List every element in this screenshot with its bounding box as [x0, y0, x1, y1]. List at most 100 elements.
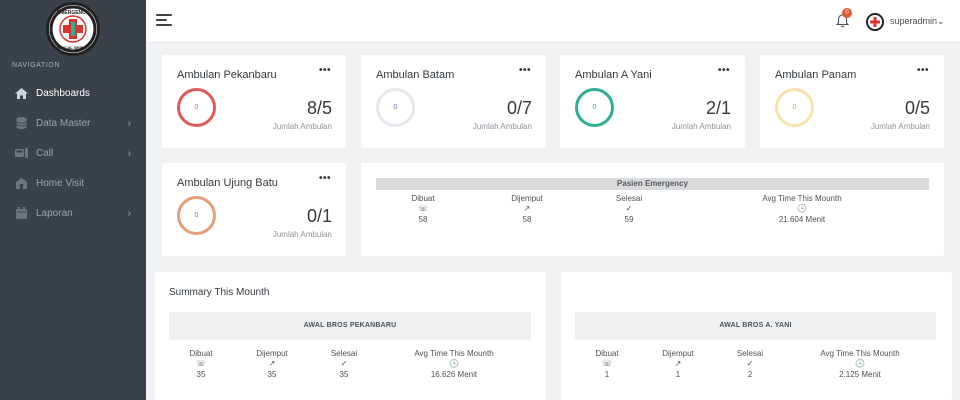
- sidebar-item-label: Laporan: [36, 207, 73, 219]
- sidebar-item-label: Home Visit: [36, 177, 85, 189]
- sidebar-item-laporan[interactable]: Laporan ›: [0, 198, 146, 228]
- database-icon: [14, 117, 28, 129]
- sidebar-item-label: Dashboards: [36, 87, 90, 99]
- ems-logo[interactable]: EMERGENCY MEDICAL SERVICE: [46, 2, 100, 56]
- stat-selesai: Selesai ✓ 35: [312, 349, 376, 379]
- phone-icon: ☏: [601, 359, 612, 368]
- stat-value: 2.125 Menit: [839, 370, 881, 379]
- notification-badge: 0: [842, 8, 852, 18]
- stat-dibuat: Dibuat ☏ 35: [169, 349, 233, 379]
- sidebar-item-dashboards[interactable]: Dashboards: [0, 78, 146, 108]
- call-icon: [14, 147, 28, 159]
- pasien-emergency-title: Pasien Emergency: [376, 178, 929, 190]
- card-menu-icon[interactable]: •••: [319, 65, 331, 76]
- card-menu-icon[interactable]: •••: [319, 173, 331, 184]
- sidebar: EMERGENCY MEDICAL SERVICE NAVIGATION Das…: [0, 0, 146, 400]
- card-title: Ambulan Panam: [775, 69, 857, 81]
- username-label: superadmin: [890, 16, 938, 26]
- phone-icon: ☏: [417, 204, 428, 213]
- stat-label: Selesai: [736, 349, 764, 358]
- stat-value: 1: [675, 370, 681, 379]
- ambulance-count: 0/7: [506, 98, 532, 118]
- stat-value: 35: [267, 370, 277, 379]
- ambulance-count-label: Jumlah Ambulan: [671, 122, 731, 131]
- stat-label: Avg Time This Mounth: [414, 349, 494, 358]
- stat-label: Dibuat: [411, 194, 435, 203]
- stat-value: 35: [339, 370, 349, 379]
- ambulance-ring: 0: [177, 196, 216, 235]
- stat-value: 35: [196, 370, 206, 379]
- svg-text:MEDICAL SERVICE: MEDICAL SERVICE: [55, 45, 92, 50]
- svg-text:EMERGENCY: EMERGENCY: [57, 10, 90, 16]
- stat-value: 21.604 Menit: [778, 215, 826, 224]
- user-menu[interactable]: superadmin⌄: [890, 16, 945, 27]
- calendar-icon: [14, 207, 28, 219]
- stat-label: Dijemput: [511, 194, 543, 203]
- nav-heading: NAVIGATION: [12, 62, 61, 69]
- stat-dijemput: Dijemput ↗ 1: [646, 349, 710, 379]
- sidebar-item-label: Data Master: [36, 117, 91, 129]
- stat-value: 58: [418, 215, 428, 224]
- summary-title: Summary This Mounth: [169, 287, 270, 298]
- stat-label: Selesai: [615, 194, 643, 203]
- ambulance-ring: 0: [177, 88, 216, 127]
- home-visit-icon: [14, 177, 28, 189]
- chevron-right-icon: ›: [127, 117, 131, 129]
- stat-dijemput: Dijemput ↗ 58: [495, 194, 559, 224]
- card-title: Ambulan A Yani: [575, 69, 652, 81]
- sidebar-item-home-visit[interactable]: Home Visit: [0, 168, 146, 198]
- stat-avg-time: Avg Time This Mounth 🕓 16.626 Menit: [389, 349, 519, 379]
- stat-label: Dijemput: [256, 349, 288, 358]
- ambulance-ring: 0: [775, 88, 814, 127]
- clock-icon: 🕓: [449, 359, 459, 368]
- stat-dijemput: Dijemput ↗ 35: [240, 349, 304, 379]
- ambulance-count-label: Jumlah Ambulan: [272, 230, 332, 239]
- card-title: Ambulan Batam: [376, 69, 455, 81]
- ambulance-count-label: Jumlah Ambulan: [870, 122, 930, 131]
- card-menu-icon[interactable]: •••: [718, 65, 730, 76]
- card-title: Ambulan Pekanbaru: [177, 69, 277, 81]
- stat-selesai: Selesai ✓ 2: [718, 349, 782, 379]
- stat-value: 59: [624, 215, 634, 224]
- clock-icon: 🕓: [855, 359, 865, 368]
- ambulance-card-panam: Ambulan Panam ••• 0 0/5 Jumlah Ambulan: [760, 55, 944, 148]
- stat-label: Selesai: [330, 349, 358, 358]
- check-circle-icon: ✓: [746, 359, 754, 368]
- stat-label: Avg Time This Mounth: [762, 194, 842, 203]
- ambulance-ring: 0: [376, 88, 415, 127]
- stat-value: 58: [522, 215, 532, 224]
- pasien-emergency-card: Pasien Emergency Dibuat ☏ 58 Dijemput ↗ …: [361, 163, 944, 256]
- arrow-up-right-icon: ↗: [523, 204, 531, 213]
- sidebar-item-label: Call: [36, 147, 54, 159]
- menu-toggle-icon[interactable]: [156, 14, 172, 28]
- logo-area: EMERGENCY MEDICAL SERVICE: [0, 0, 146, 58]
- ambulance-card-pekanbaru: Ambulan Pekanbaru ••• 0 8/5 Jumlah Ambul…: [162, 55, 346, 148]
- stat-label: Avg Time This Mounth: [820, 349, 900, 358]
- home-icon: [14, 87, 28, 99]
- stat-value: 16.626 Menit: [430, 370, 478, 379]
- ambulance-card-batam: Ambulan Batam ••• 0 0/7 Jumlah Ambulan: [361, 55, 546, 148]
- chevron-right-icon: ›: [127, 207, 131, 219]
- arrow-up-right-icon: ↗: [674, 359, 682, 368]
- card-title: Ambulan Ujung Batu: [177, 177, 278, 189]
- summary-card-pekanbaru: Summary This Mounth AWAL BROS PEKANBARU …: [155, 272, 546, 400]
- ambulance-count-label: Jumlah Ambulan: [472, 122, 532, 131]
- branch-header: AWAL BROS A. YANI: [575, 312, 936, 340]
- stat-avg-time: Avg Time This Mounth 🕓 2.125 Menit: [795, 349, 925, 379]
- check-circle-icon: ✓: [625, 204, 633, 213]
- stat-selesai: Selesai ✓ 59: [597, 194, 661, 224]
- sidebar-item-data-master[interactable]: Data Master ›: [0, 108, 146, 138]
- clock-icon: 🕓: [797, 204, 807, 213]
- check-circle-icon: ✓: [340, 359, 348, 368]
- ambulance-ring: 0: [575, 88, 614, 127]
- stat-dibuat: Dibuat ☏ 58: [391, 194, 455, 224]
- stat-dibuat: Dibuat ☏ 1: [575, 349, 639, 379]
- summary-card-a-yani: AWAL BROS A. YANI Dibuat ☏ 1 Dijemput ↗ …: [561, 272, 952, 400]
- phone-icon: ☏: [195, 359, 206, 368]
- sidebar-item-call[interactable]: Call ›: [0, 138, 146, 168]
- chevron-right-icon: ›: [127, 147, 131, 159]
- avatar[interactable]: [866, 13, 884, 31]
- card-menu-icon[interactable]: •••: [917, 65, 929, 76]
- card-menu-icon[interactable]: •••: [519, 65, 531, 76]
- ambulance-count-label: Jumlah Ambulan: [272, 122, 332, 131]
